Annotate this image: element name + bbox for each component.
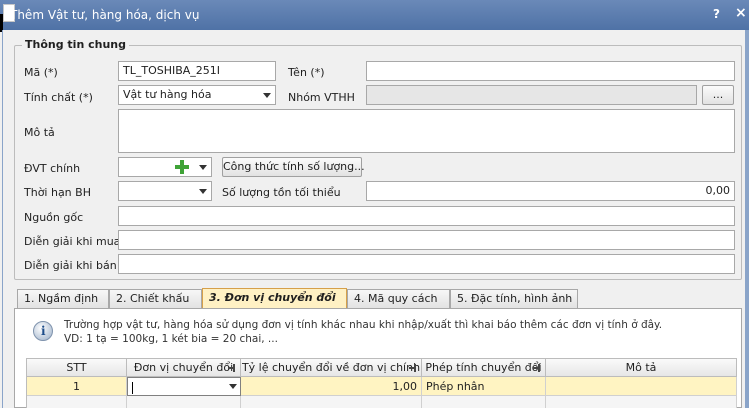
chevron-down-icon[interactable] xyxy=(228,382,238,392)
cell-mo-ta[interactable] xyxy=(546,396,737,408)
tab-chiet-khau[interactable]: 2. Chiết khấu xyxy=(109,289,202,309)
cell-phep-tinh[interactable]: Phép nhân xyxy=(422,377,546,396)
dien-giai-mua-label: Diễn giải khi mua xyxy=(24,235,121,248)
mo-ta-label: Mô tả xyxy=(24,126,55,139)
mo-ta-textarea[interactable] xyxy=(118,109,735,153)
cell-phep-tinh[interactable] xyxy=(422,396,546,408)
nhom-browse-button[interactable]: ... xyxy=(702,85,734,105)
nguon-goc-label: Nguồn gốc xyxy=(24,211,84,224)
nhom-label: Nhóm VTHH xyxy=(288,91,355,104)
window-border-right xyxy=(745,30,749,408)
column-header-phep-tinh[interactable]: Phép tính chuyển đổi xyxy=(422,359,546,377)
dialog-window: Thêm Vật tư, hàng hóa, dịch vụ ? × Thông… xyxy=(0,0,749,408)
ma-label: Mã (*) xyxy=(24,66,58,79)
general-info-legend: Thông tin chung xyxy=(22,38,130,51)
ma-input[interactable]: TL_TOSHIBA_251I xyxy=(118,61,276,81)
bh-label: Thời hạn BH xyxy=(24,186,91,199)
chevron-down-icon[interactable] xyxy=(259,86,275,104)
sl-toi-thieu-input[interactable]: 0,00 xyxy=(366,181,735,201)
column-header-mo-ta[interactable]: Mô tả xyxy=(546,359,737,377)
cell-ty-le[interactable]: 1,00 xyxy=(241,377,422,396)
window-title: Thêm Vật tư, hàng hóa, dịch vụ xyxy=(10,8,200,22)
text-caret xyxy=(132,382,133,394)
ten-label: Tên (*) xyxy=(288,66,325,79)
tab-ngam-dinh[interactable]: 1. Ngầm định xyxy=(17,289,109,309)
table-row[interactable] xyxy=(27,396,737,408)
close-button[interactable]: × xyxy=(735,5,747,21)
conversion-grid: STT Đơn vị chuyển đổi Tỷ lệ chuyển đổi v… xyxy=(26,358,737,408)
tab-ma-quy-cach[interactable]: 4. Mã quy cách xyxy=(347,289,450,309)
cell-don-vi[interactable] xyxy=(127,377,241,396)
table-row[interactable]: 1 1,00 Phép nhân xyxy=(27,377,737,396)
cell-mo-ta[interactable] xyxy=(546,377,737,396)
add-plus-icon[interactable] xyxy=(174,159,190,175)
info-text-line1: Trường hợp vật tư, hàng hóa sử dụng đơn … xyxy=(64,319,663,331)
cong-thuc-button[interactable]: Công thức tính số lượng... xyxy=(222,157,365,177)
cell-don-vi[interactable] xyxy=(127,396,241,408)
grid-header: STT Đơn vị chuyển đổi Tỷ lệ chuyển đổi v… xyxy=(27,358,737,377)
tinh-chat-select[interactable]: Vật tư hàng hóa xyxy=(118,85,276,105)
tinh-chat-value: Vật tư hàng hóa xyxy=(123,88,212,101)
column-header-stt[interactable]: STT xyxy=(27,359,127,377)
dvt-label: ĐVT chính xyxy=(24,162,81,175)
dien-giai-ban-input[interactable] xyxy=(118,254,735,274)
chevron-down-icon[interactable] xyxy=(198,162,208,172)
cell-ty-le[interactable] xyxy=(241,396,422,408)
cell-stt[interactable]: 1 xyxy=(27,377,127,396)
bh-select[interactable] xyxy=(118,181,212,201)
tinh-chat-label: Tính chất (*) xyxy=(24,91,93,104)
dien-giai-ban-label: Diễn giải khi bán xyxy=(24,259,117,272)
tab-dac-tinh-hinh-anh[interactable]: 5. Đặc tính, hình ảnh xyxy=(450,289,578,309)
nhom-input[interactable] xyxy=(366,85,697,105)
info-text-line2: VD: 1 tạ = 100kg, 1 két bia = 20 chai, .… xyxy=(64,333,278,345)
pin-icon[interactable] xyxy=(409,363,418,372)
column-header-ty-le[interactable]: Tỷ lệ chuyển đổi về đơn vị chính xyxy=(241,359,422,377)
column-header-don-vi[interactable]: Đơn vị chuyển đổi xyxy=(127,359,241,377)
title-bar[interactable]: Thêm Vật tư, hàng hóa, dịch vụ ? × xyxy=(0,0,749,30)
help-button[interactable]: ? xyxy=(713,7,720,21)
cell-stt[interactable] xyxy=(27,396,127,408)
sl-toi-thieu-label: Số lượng tồn tối thiểu xyxy=(222,186,341,199)
tab-don-vi-chuyen-doi[interactable]: 3. Đơn vị chuyển đổi xyxy=(202,288,347,309)
info-icon xyxy=(33,321,53,341)
ten-input[interactable] xyxy=(366,61,735,81)
dien-giai-mua-input[interactable] xyxy=(118,230,735,250)
chevron-down-icon[interactable] xyxy=(195,182,211,200)
nguon-goc-input[interactable] xyxy=(118,206,735,226)
pin-icon[interactable] xyxy=(228,363,237,372)
pin-icon[interactable] xyxy=(533,363,542,372)
